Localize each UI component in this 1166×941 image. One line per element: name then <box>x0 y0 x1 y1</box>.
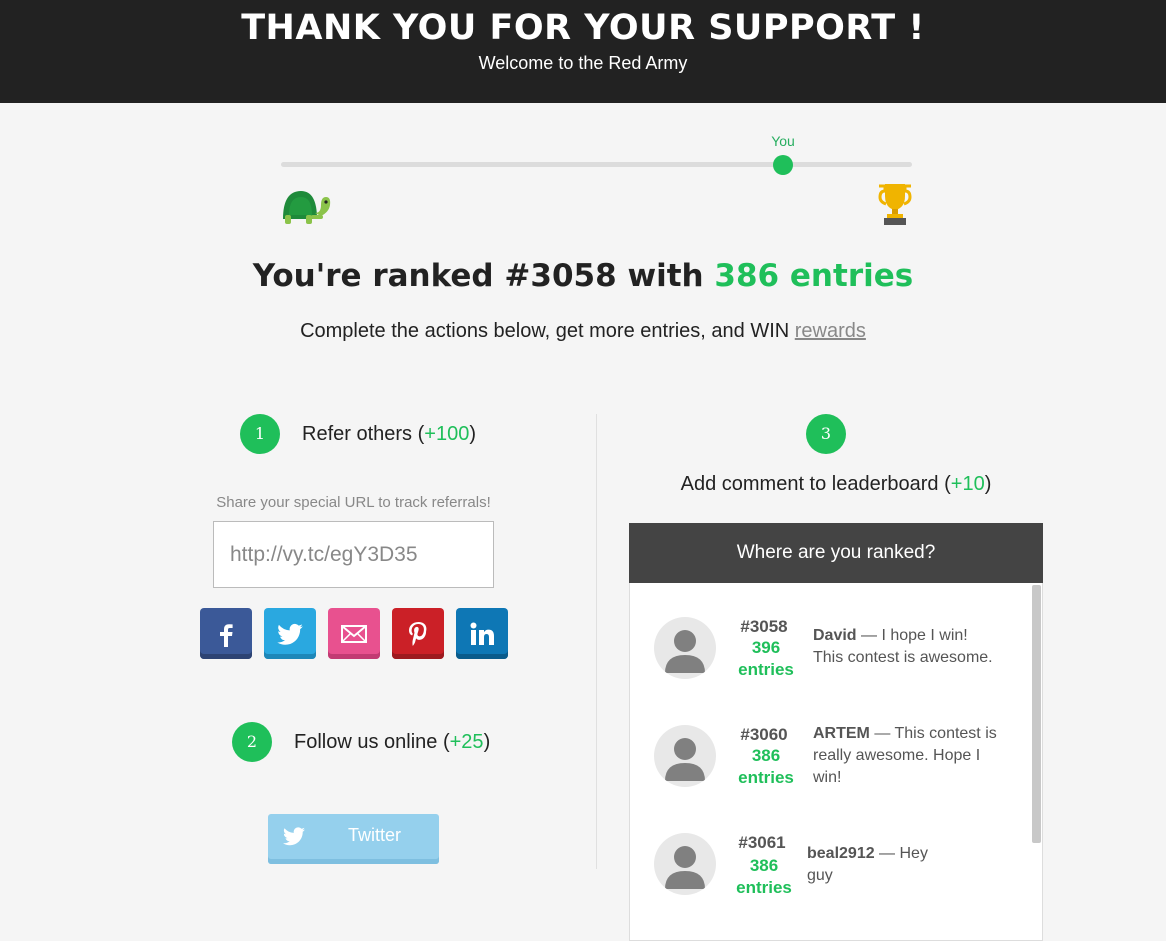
pinterest-share-button[interactable] <box>392 608 444 659</box>
twitter-icon <box>283 827 305 846</box>
row-comment: ARTEM — This contest is really awesome. … <box>813 723 1013 789</box>
facebook-share-button[interactable] <box>200 608 252 659</box>
leaderboard-row: #3058 396 entries David — I hope I win! … <box>630 583 1030 683</box>
twitter-follow-label: Twitter <box>348 825 402 845</box>
row-rank: #3061 <box>738 833 786 852</box>
avatar <box>654 725 716 787</box>
row-comment-line-2: really awesome. Hope I <box>813 747 981 764</box>
step-1-close: ) <box>469 423 476 445</box>
row-comment-line-1: — This contest is <box>869 725 997 742</box>
step-1-number: 1 <box>240 414 280 454</box>
header-banner: THANK YOU FOR YOUR SUPPORT ! Welcome to … <box>0 0 1166 103</box>
step-3-number: 3 <box>806 414 846 454</box>
row-entries-word: entries <box>738 768 794 787</box>
rank-text: You're ranked #3058 with <box>252 258 715 294</box>
page-title: THANK YOU FOR YOUR SUPPORT ! <box>241 8 925 48</box>
instructions-text: Complete the actions below, get more ent… <box>300 320 795 342</box>
rewards-link[interactable]: rewards <box>795 320 866 342</box>
avatar <box>654 617 716 679</box>
step-2-close: ) <box>483 731 491 753</box>
rank-summary: You're ranked #3058 with 386 entries <box>0 258 1166 294</box>
step-3-title: Add comment to leaderboard (+10) <box>629 473 1043 496</box>
row-comment-line-2: This contest is awesome. <box>813 649 993 666</box>
row-entries-count: 386 <box>749 856 779 875</box>
progress-track <box>281 162 912 167</box>
row-comment-line-3: win! <box>813 769 842 786</box>
step-1-points: +100 <box>424 423 470 445</box>
user-icon <box>665 630 705 673</box>
step-2-points: +25 <box>449 731 484 753</box>
row-comment-line-2: guy <box>807 867 833 884</box>
trophy-icon <box>878 184 912 225</box>
row-entries-word: entries <box>736 878 792 897</box>
email-icon <box>341 624 367 643</box>
row-name: beal2912 <box>807 845 875 862</box>
leaderboard-list[interactable]: #3058 396 entries David — I hope I win! … <box>629 583 1043 941</box>
row-comment: David — I hope I win! This contest is aw… <box>813 625 1013 669</box>
step-3-points: +10 <box>950 473 985 495</box>
step-3-close: ) <box>984 473 992 495</box>
row-rank: #3060 <box>740 725 788 744</box>
user-icon <box>665 738 705 781</box>
row-name: David <box>813 627 857 644</box>
instructions: Complete the actions below, get more ent… <box>0 320 1166 343</box>
pinterest-icon <box>409 621 427 646</box>
progress-marker-label: You <box>771 133 795 149</box>
row-entries-count: 396 <box>751 638 781 657</box>
step-2-label: Follow us online ( <box>294 731 450 753</box>
linkedin-icon <box>470 622 494 645</box>
step-1-title: Refer others (+100) <box>302 423 476 446</box>
leaderboard-row: #3061 386 entries beal2912 — Hey guy <box>630 799 1030 899</box>
email-share-button[interactable] <box>328 608 380 659</box>
row-comment: beal2912 — Hey guy <box>807 843 937 887</box>
column-divider <box>596 414 597 869</box>
row-entries-word: entries <box>738 660 794 679</box>
twitter-icon <box>277 623 303 645</box>
row-name: ARTEM <box>813 725 870 742</box>
step-3-label: Add comment to leaderboard ( <box>680 473 951 495</box>
progress-marker <box>772 155 793 175</box>
row-entries-count: 386 <box>751 746 781 765</box>
facebook-icon <box>220 623 233 647</box>
step-1-label: Refer others ( <box>302 423 425 445</box>
twitter-share-button[interactable] <box>264 608 316 659</box>
step-2-title: Follow us online (+25) <box>294 731 490 754</box>
leaderboard-scrollbar[interactable] <box>1032 585 1041 843</box>
page-subtitle: Welcome to the Red Army <box>478 53 688 73</box>
leaderboard-header: Where are you ranked? <box>629 523 1043 583</box>
linkedin-share-button[interactable] <box>456 608 508 659</box>
referral-url-input[interactable] <box>213 521 494 588</box>
rank-entries: 386 entries <box>714 258 914 294</box>
turtle-icon <box>283 191 331 224</box>
referral-hint: Share your special URL to track referral… <box>216 494 491 511</box>
user-icon <box>665 846 705 889</box>
row-rank: #3058 <box>740 617 788 636</box>
row-comment-line-1: — I hope I win! <box>856 627 968 644</box>
row-comment-line-1: — Hey <box>874 845 928 862</box>
avatar <box>654 833 716 895</box>
twitter-follow-button[interactable]: Twitter <box>268 814 439 864</box>
leaderboard-row: #3060 386 entries ARTEM — This contest i… <box>630 691 1030 791</box>
step-2-number: 2 <box>232 722 272 762</box>
